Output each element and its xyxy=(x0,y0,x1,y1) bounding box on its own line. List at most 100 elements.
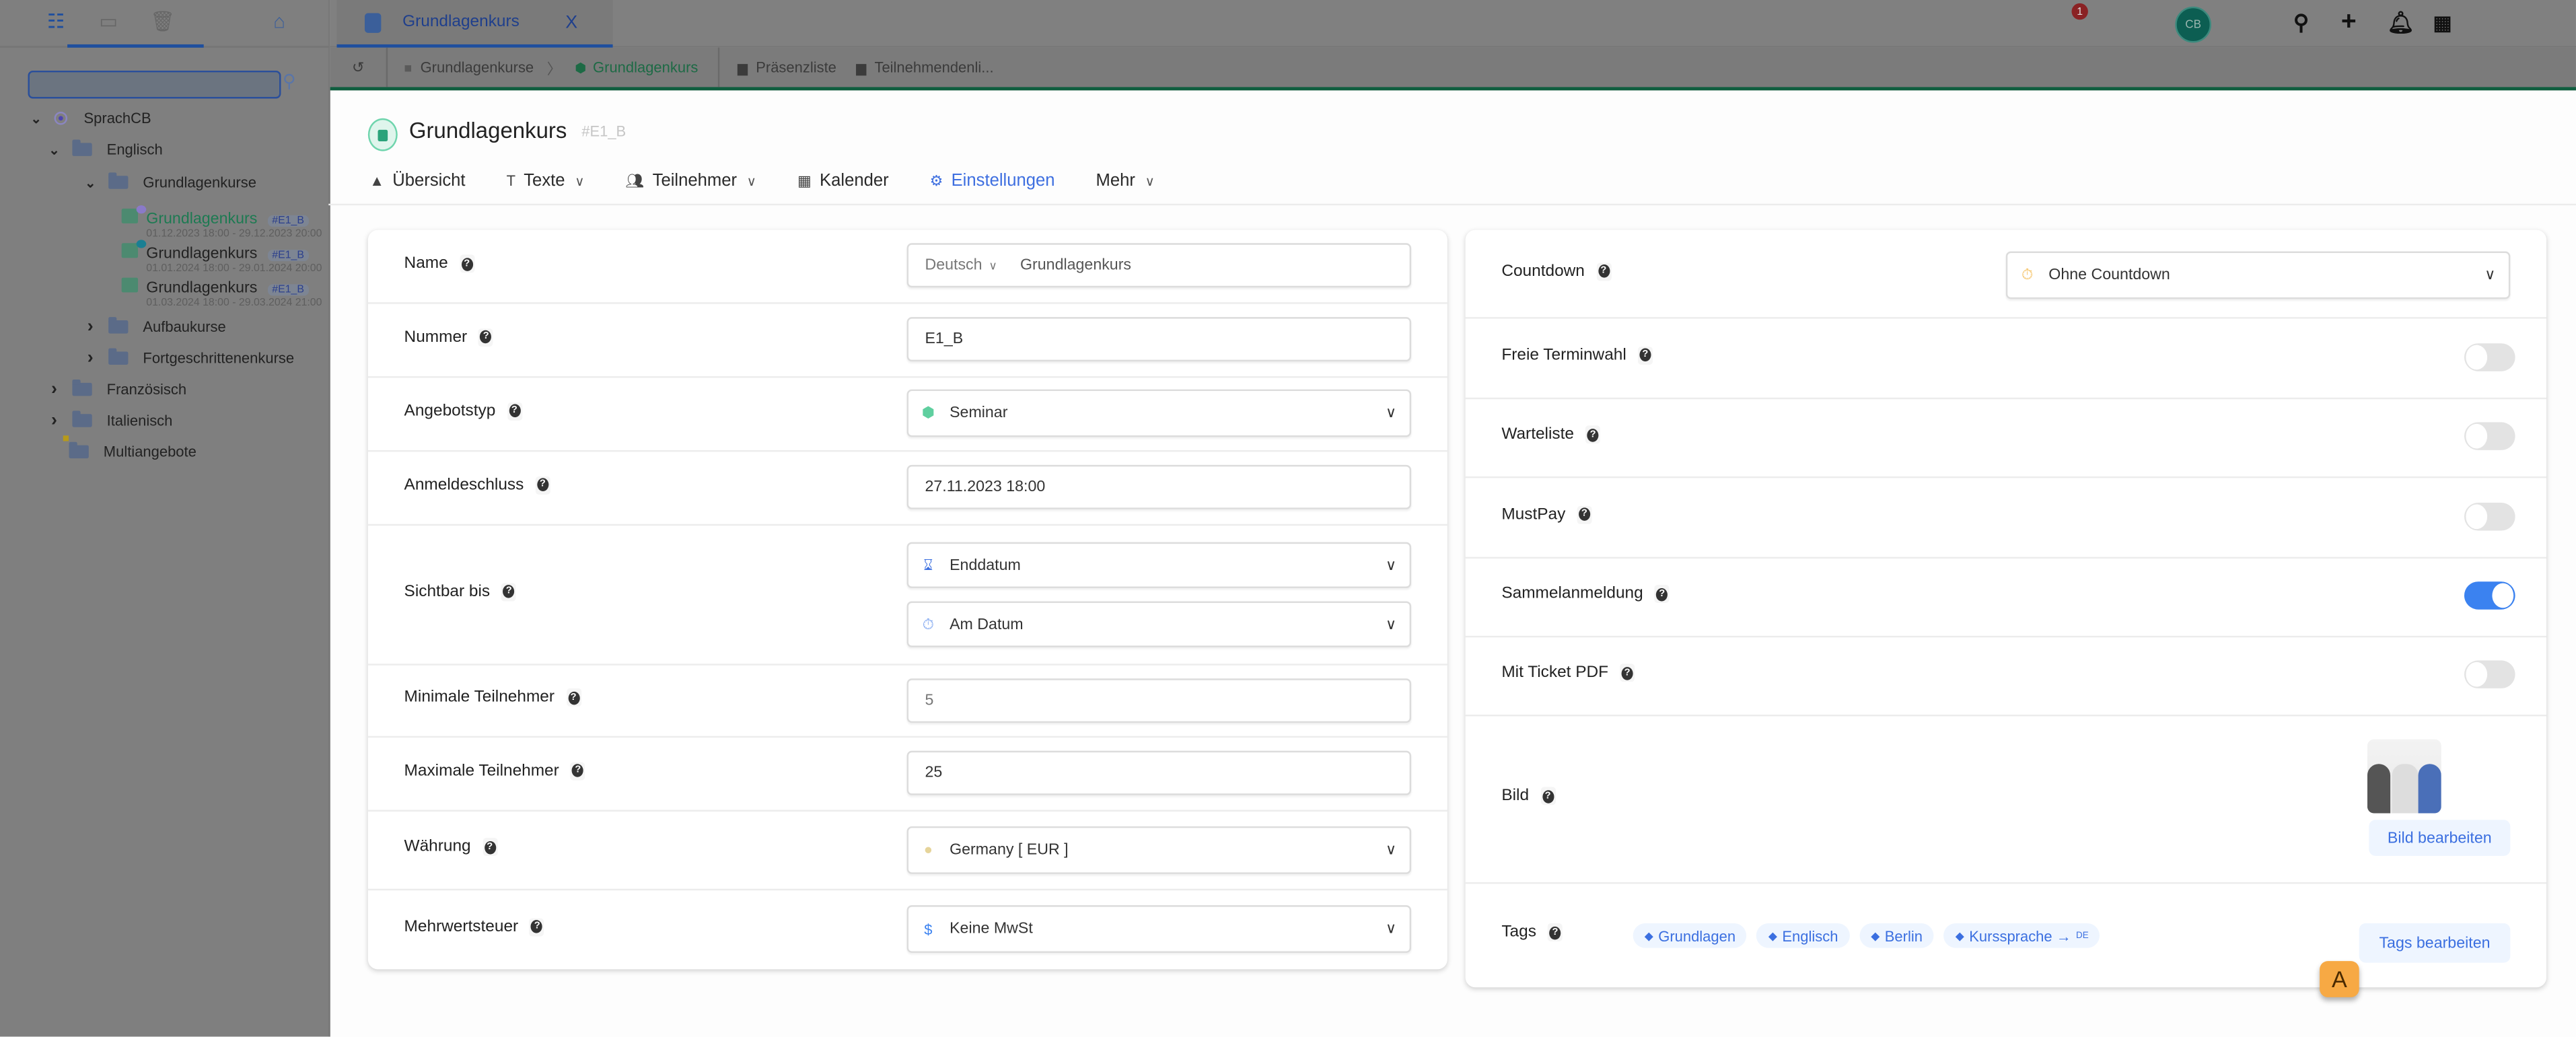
tree-item[interactable]: ⌄ Grundlagenkurse xyxy=(82,172,256,190)
chevron-down-icon[interactable]: ⌄ xyxy=(28,111,44,126)
help-icon[interactable]: ? xyxy=(570,761,585,780)
tab-teilnehmer[interactable]: 👥︎ Teilnehmer ∨ xyxy=(626,171,756,190)
chevron-right-icon[interactable]: › xyxy=(82,349,98,368)
help-icon[interactable]: ? xyxy=(566,688,581,707)
input-nummer[interactable]: E1_B xyxy=(906,317,1412,362)
help-icon[interactable]: ? xyxy=(1577,505,1592,524)
chevron-right-icon[interactable]: › xyxy=(46,380,62,399)
help-icon[interactable]: ? xyxy=(1637,345,1653,364)
select-angebotstyp[interactable]: ⬢ Seminar ∨ xyxy=(906,389,1412,437)
tree-item[interactable]: › Französisch xyxy=(46,379,186,399)
tab-bersicht[interactable]: ▲ Übersicht xyxy=(369,171,465,190)
chevron-right-icon[interactable]: › xyxy=(82,317,98,336)
help-icon[interactable]: ? xyxy=(535,475,550,494)
tag-chip[interactable]: ◆ Grundlagen xyxy=(1633,923,1748,948)
action-praesenzliste[interactable]: Präsenzliste xyxy=(756,59,836,75)
tree-item[interactable]: › Fortgeschrittenenkurse xyxy=(82,348,294,368)
form-row: Währung? ● Germany [ EUR ] ∨ xyxy=(367,810,1447,891)
history-icon[interactable]: ↺ xyxy=(330,59,386,77)
chevron-down-icon[interactable]: ⌄ xyxy=(46,142,62,157)
tree-item[interactable]: ■ Multiangebote xyxy=(63,434,196,460)
notification-badge: 1 xyxy=(2071,3,2088,20)
tag-chip[interactable]: ◆ Berlin xyxy=(1859,923,1935,948)
status-dot xyxy=(136,240,147,249)
help-icon[interactable]: ? xyxy=(1540,787,1556,806)
help-icon[interactable]: ? xyxy=(482,838,497,856)
help-icon[interactable]: ? xyxy=(1596,262,1611,281)
tree-item[interactable]: ⌄ Englisch xyxy=(46,139,163,157)
folder-icon xyxy=(69,441,89,459)
tree-item-label: Italienisch xyxy=(106,412,173,429)
help-icon[interactable]: ? xyxy=(501,582,517,601)
tree-icon[interactable]: ☷ xyxy=(40,7,73,36)
tab-grundlagenkurs[interactable]: Grundlagenkurs X xyxy=(336,0,613,48)
select-sichtbarbis[interactable]: ⌛︎ Enddatum ∨ xyxy=(906,542,1412,588)
tree-course-item[interactable]: Grundlagenkurs #E1_B 01.03.2024 18:00 - 29… xyxy=(121,271,322,309)
tag-chip[interactable]: ◆ Englisch xyxy=(1756,923,1850,948)
tree-search-input[interactable] xyxy=(28,70,281,99)
tree-item[interactable]: ⌄ SprachCB xyxy=(28,110,151,127)
archive-icon[interactable]: ▭ xyxy=(92,7,125,36)
hourglass-icon: ⌛︎ xyxy=(923,556,933,573)
bell-icon[interactable]: 🔔︎ xyxy=(2387,11,2414,34)
tree-item-label: SprachCB xyxy=(83,110,151,127)
field-label: Countdown? xyxy=(1501,262,1611,281)
tab-einstellungen[interactable]: ⚙ Einstellungen xyxy=(930,171,1055,190)
help-icon[interactable]: ? xyxy=(1585,425,1601,444)
search-icon[interactable]: ⚲ xyxy=(283,71,296,92)
avatar[interactable]: CB xyxy=(2175,6,2211,43)
input-anmeldeschluss[interactable]: 27.11.2023 18:00 xyxy=(906,464,1412,509)
tree-item[interactable]: › Aufbaukurse xyxy=(82,317,226,336)
select-whrung[interactable]: ● Germany [ EUR ] ∨ xyxy=(906,825,1412,873)
plus-icon[interactable]: + xyxy=(2341,9,2357,35)
countdown-select[interactable]: ⏱︎ Ohne Countdown ∨ xyxy=(2005,251,2511,299)
select-sichtbarbis[interactable]: ⏱︎ Am Datum ∨ xyxy=(906,601,1412,647)
tab-kalender[interactable]: ▦ Kalender xyxy=(797,171,889,190)
toggle-mitticketpdf[interactable] xyxy=(2464,660,2515,688)
seminar-cube-icon: ⬢ xyxy=(921,404,935,421)
toggle-mustpay[interactable] xyxy=(2464,501,2515,530)
name-input[interactable]: Deutsch ∨ Grundlagenkurs xyxy=(906,243,1412,288)
input-maximaleteilnehmer[interactable]: 25 xyxy=(906,750,1412,795)
tree-course-item[interactable]: Grundlagenkurs #E1_B 01.01.2024 18:00 - 29… xyxy=(121,237,322,275)
calendar-icon: ▦ xyxy=(797,172,812,188)
tree-course-item[interactable]: Grundlagenkurs #E1_B 01.12.2023 18:00 - 29… xyxy=(121,202,322,240)
label-text: Sichtbar bis xyxy=(404,582,491,601)
tab-label: Kalender xyxy=(820,170,889,191)
action-teilnehmendenliste[interactable]: Teilnehmendenli... xyxy=(874,59,993,75)
chevron-down-icon: ∨ xyxy=(746,173,756,188)
breadcrumb-item-current[interactable]: Grundlagenkurs xyxy=(593,59,698,75)
course-tag: #E1_B xyxy=(266,215,310,227)
breadcrumb-item[interactable]: Grundlagenkurse xyxy=(421,59,534,75)
search-icon[interactable]: ⚲ xyxy=(2293,11,2309,34)
help-icon[interactable]: ? xyxy=(530,917,545,936)
help-icon[interactable]: ? xyxy=(1620,664,1635,682)
chevron-right-icon[interactable]: › xyxy=(46,410,62,430)
trash-icon[interactable]: 🗑 xyxy=(146,7,179,36)
help-icon[interactable]: ? xyxy=(507,401,522,420)
tag-chip[interactable]: ◆ Kurssprache → DE xyxy=(1943,923,2100,948)
apps-grid-icon[interactable]: ▦ xyxy=(2433,11,2452,34)
help-icon[interactable]: ? xyxy=(1654,585,1670,603)
tab-texte[interactable]: T Texte ∨ xyxy=(507,171,585,190)
home-icon[interactable]: ⌂ xyxy=(263,7,296,36)
bild-bearbeiten-button[interactable]: Bild bearbeiten xyxy=(2369,820,2511,856)
toggle-freieterminwahl[interactable] xyxy=(2464,343,2515,371)
course-image[interactable] xyxy=(2367,739,2441,814)
language-select[interactable]: Deutsch xyxy=(925,256,982,275)
toggle-warteliste[interactable] xyxy=(2464,422,2515,450)
tree-item[interactable]: › Italienisch xyxy=(46,410,172,430)
tags-bearbeiten-button[interactable]: Tags bearbeiten xyxy=(2359,923,2511,963)
field-label: Sichtbar bis? xyxy=(404,582,517,601)
tab-mehr[interactable]: Mehr ∨ xyxy=(1096,171,1155,190)
close-icon[interactable]: X xyxy=(565,12,577,32)
help-icon[interactable]: ? xyxy=(459,254,474,273)
help-icon[interactable]: ? xyxy=(478,328,494,346)
chevron-down-icon[interactable]: ⌄ xyxy=(82,175,98,190)
page-tag: #E1_B xyxy=(581,123,627,140)
form-row: Maximale Teilnehmer? 25 xyxy=(367,736,1447,812)
toggle-sammelanmeldung[interactable] xyxy=(2464,581,2515,610)
help-icon[interactable]: ? xyxy=(1548,923,1563,941)
select-mehrwertsteuer[interactable]: $ Keine MwSt ∨ xyxy=(906,905,1412,953)
input-minimaleteilnehmer[interactable]: 5 xyxy=(906,678,1412,722)
